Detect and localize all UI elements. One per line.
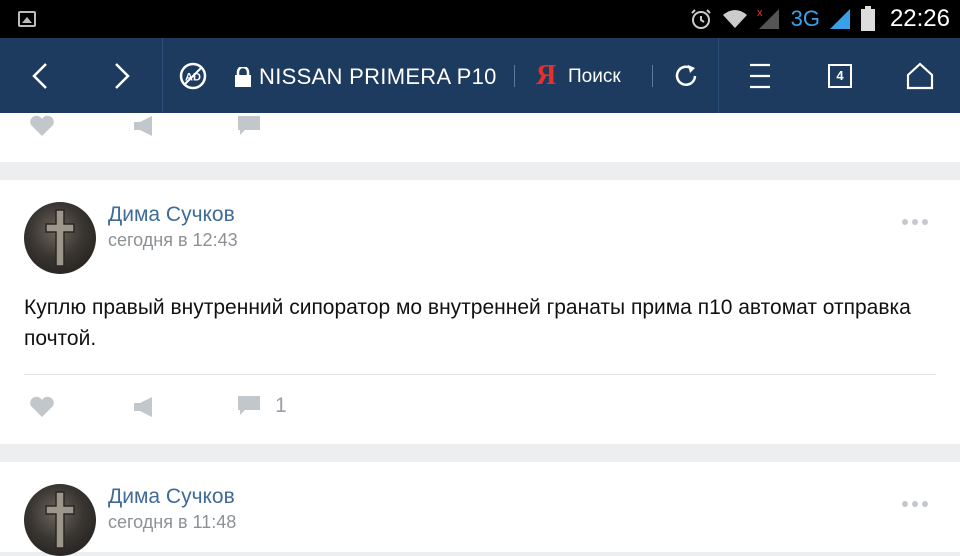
- adblock-button[interactable]: AD: [178, 38, 208, 113]
- back-button[interactable]: [20, 38, 60, 113]
- post-card: Дима Сучков сегодня в 11:48: [0, 462, 960, 556]
- comment-button[interactable]: [237, 115, 261, 137]
- avatar[interactable]: [24, 202, 96, 274]
- wifi-icon: [722, 10, 747, 28]
- post-card: Дима Сучков сегодня в 12:43 Куплю правый…: [0, 180, 960, 444]
- more-options-button[interactable]: [902, 501, 928, 507]
- lock-icon: [235, 67, 251, 87]
- forward-button[interactable]: [102, 38, 142, 113]
- adblock-icon: AD: [179, 62, 207, 89]
- menu-icon: [750, 63, 770, 88]
- browser-toolbar: AD NISSAN PRIMERA P10 Я Поиск 4: [0, 38, 960, 113]
- megaphone-icon: [134, 116, 152, 136]
- image-icon: [18, 11, 36, 27]
- battery-icon: [860, 6, 875, 31]
- alarm-icon: [690, 9, 711, 29]
- search-button[interactable]: Поиск: [568, 66, 621, 88]
- post-text: Куплю правый внутренний сипоратор мо вну…: [24, 296, 911, 350]
- comment-button[interactable]: 1: [237, 394, 287, 418]
- avatar[interactable]: [24, 484, 96, 556]
- tabs-icon: 4: [828, 63, 852, 88]
- forward-icon: [115, 62, 130, 89]
- post-date[interactable]: сегодня в 12:43: [108, 230, 238, 251]
- clock: 22:26: [889, 5, 950, 32]
- like-button[interactable]: [29, 115, 55, 137]
- home-button[interactable]: [902, 38, 938, 113]
- yandex-icon[interactable]: Я: [536, 60, 556, 92]
- comment-icon: [238, 116, 260, 135]
- cross-tattoo-icon: [45, 209, 75, 267]
- heart-icon: [30, 115, 54, 136]
- post-date[interactable]: сегодня в 11:48: [108, 512, 236, 533]
- home-icon: [906, 62, 934, 89]
- megaphone-icon: [134, 397, 152, 417]
- author-name[interactable]: Дима Сучков: [108, 203, 235, 227]
- menu-button[interactable]: [744, 38, 776, 113]
- more-options-button[interactable]: [902, 219, 928, 225]
- network-type: 3G: [790, 6, 820, 31]
- comment-icon: [238, 396, 260, 415]
- signal-icon: x: [757, 7, 779, 29]
- post-card: [0, 113, 960, 162]
- back-icon: [32, 62, 47, 89]
- reload-button[interactable]: [668, 38, 704, 113]
- share-button[interactable]: [132, 115, 158, 137]
- svg-text:x: x: [757, 7, 763, 19]
- heart-icon: [30, 396, 54, 417]
- author-name[interactable]: Дима Сучков: [108, 485, 235, 509]
- reload-icon: [675, 64, 697, 86]
- address-bar[interactable]: NISSAN PRIMERA P10: [259, 64, 497, 90]
- like-button[interactable]: [29, 396, 55, 418]
- comment-count: 1: [275, 394, 287, 417]
- share-button[interactable]: [132, 396, 158, 418]
- status-bar: x 3G 22:26: [0, 0, 960, 38]
- divider: [24, 374, 936, 375]
- tabs-button[interactable]: 4: [824, 38, 856, 113]
- signal-icon: [829, 9, 850, 29]
- cross-tattoo-icon: [45, 491, 75, 549]
